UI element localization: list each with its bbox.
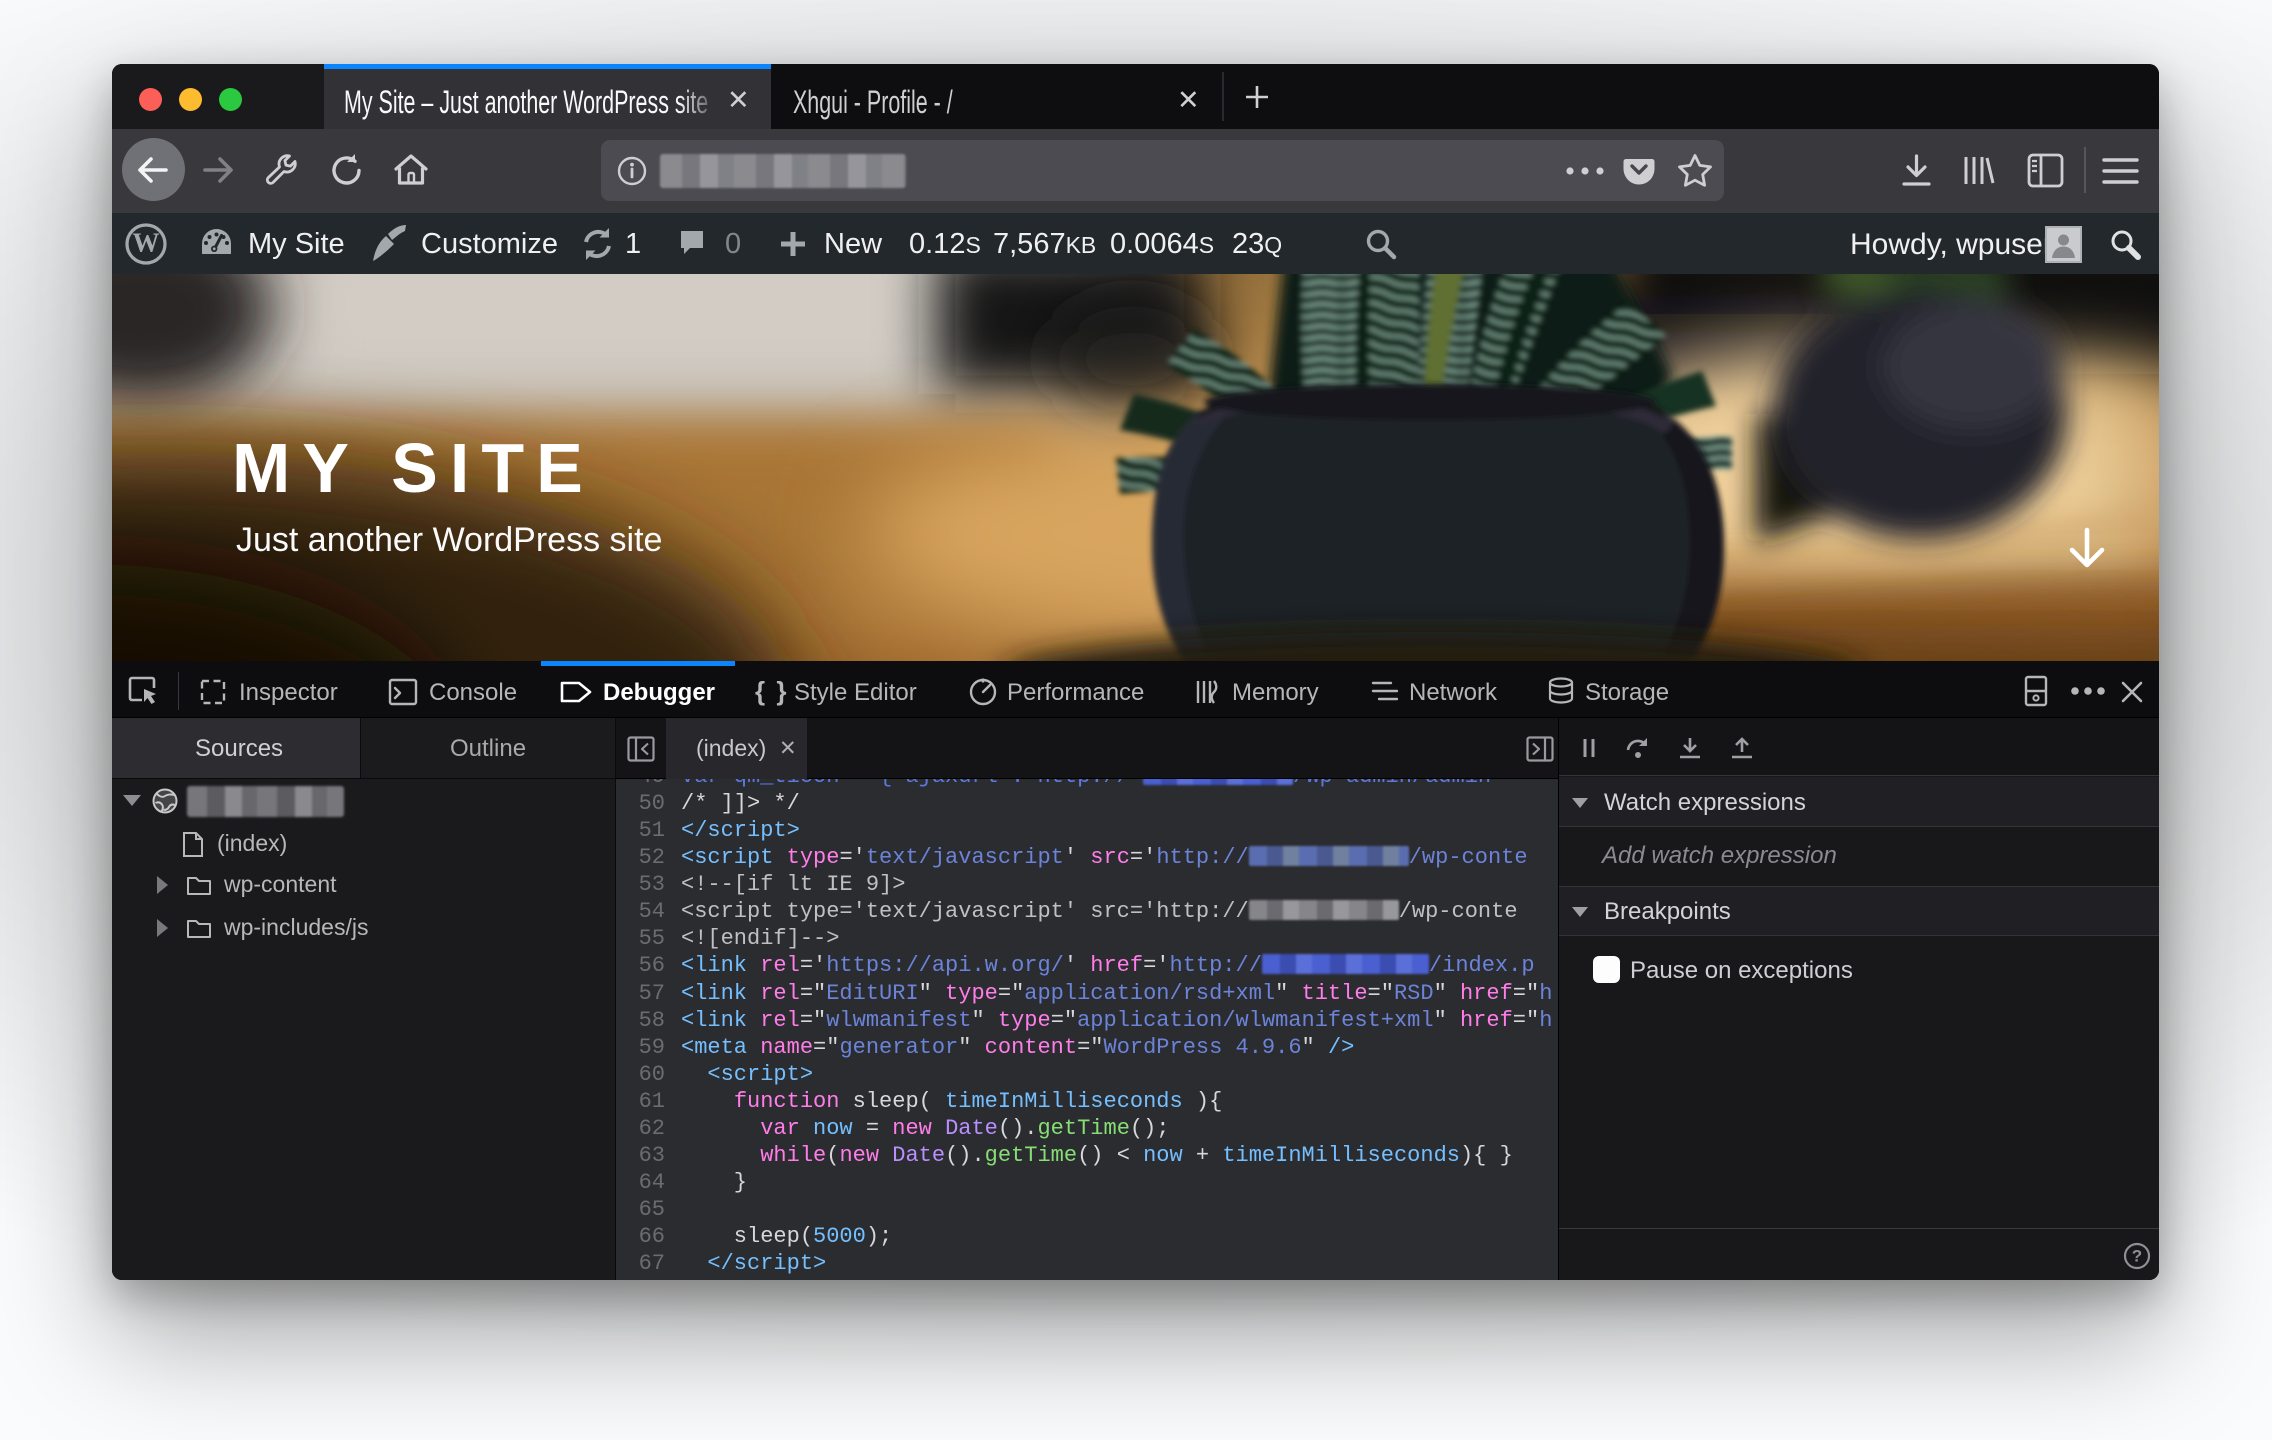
svg-text:?: ?: [2132, 1247, 2142, 1266]
svg-text:W: W: [133, 228, 160, 258]
